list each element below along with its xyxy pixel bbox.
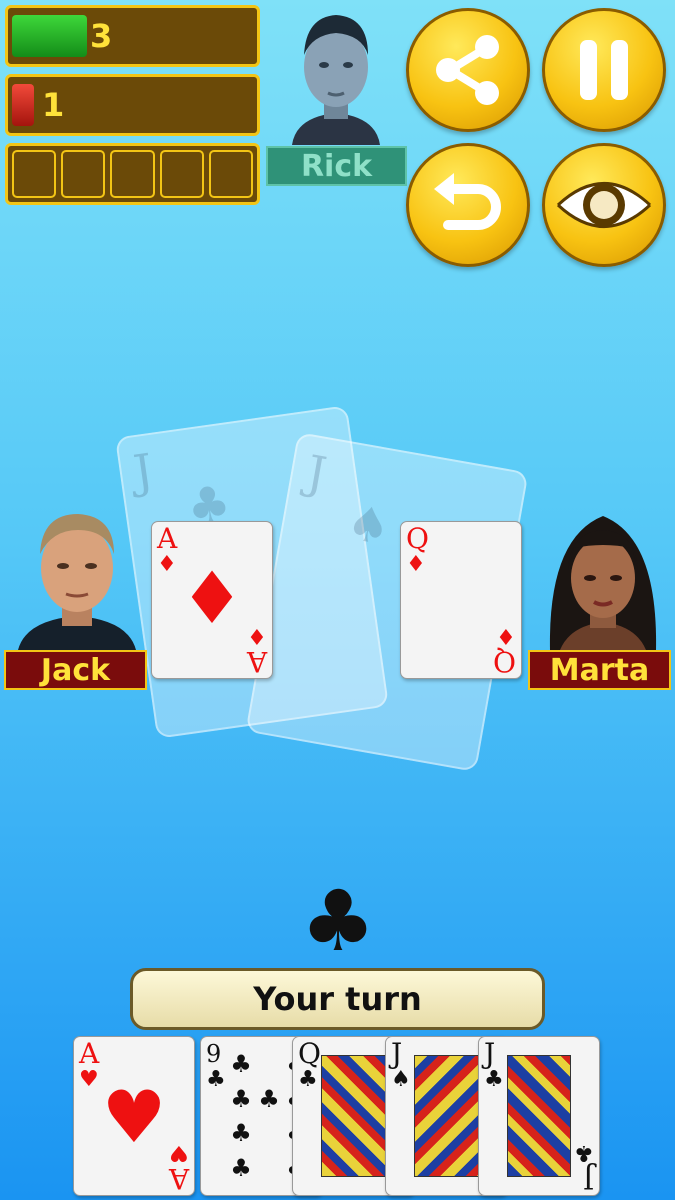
score-value-green: 3: [90, 17, 113, 55]
pause-button[interactable]: [542, 8, 666, 132]
card-suit-small: ♣: [298, 1067, 318, 1092]
card-rank: Q: [406, 522, 429, 555]
score-bar-green: 3: [5, 5, 260, 67]
nameplate-rick: Rick: [266, 146, 407, 186]
turn-status-banner: Your turn: [130, 968, 545, 1030]
turn-status-text: Your turn: [253, 980, 422, 1018]
opponent-name-rick: Rick: [300, 148, 373, 184]
card-rank: 9: [206, 1040, 222, 1068]
trick-slot: [12, 150, 57, 198]
card-rank: Q: [298, 1037, 321, 1070]
card-suit-small: ♣: [484, 1067, 504, 1092]
opponent-name-jack: Jack: [40, 652, 111, 688]
hand-card[interactable]: A ♥ ♥ ♥ A: [73, 1036, 195, 1196]
card-suit-small: ♦: [496, 623, 516, 648]
card-suit-small: ♣: [574, 1140, 594, 1165]
card-suit-small: ♦: [247, 623, 267, 648]
nameplate-marta: Marta: [528, 650, 671, 690]
view-button[interactable]: [542, 143, 666, 267]
trick-slot: [208, 150, 254, 198]
undo-button[interactable]: [406, 143, 530, 267]
trump-suit-icon: ♣: [296, 876, 380, 966]
pause-icon: [580, 40, 628, 100]
card-rank: A: [79, 1037, 100, 1070]
card-suit-small: ♣: [206, 1067, 226, 1092]
score-value-red: 1: [42, 86, 65, 124]
pip: ♣: [230, 1084, 252, 1113]
played-card-marta: Q ♦ ♦ Q: [400, 521, 522, 679]
score-fill-green: [12, 15, 87, 57]
tricks-slots: [5, 143, 260, 205]
ghost-card-rank: J: [302, 444, 331, 502]
pip: ♣: [230, 1153, 252, 1182]
trick-slot: [110, 150, 155, 198]
ghost-card-rank: J: [130, 443, 157, 500]
pip: ♣: [230, 1050, 252, 1078]
card-rank: A: [157, 522, 178, 555]
score-bar-red: 1: [5, 74, 260, 136]
trick-slot: [159, 150, 204, 198]
card-rank: A: [168, 1162, 189, 1195]
card-rank: J: [582, 1162, 594, 1195]
trick-slot: [61, 150, 106, 198]
avatar-jack: [12, 508, 142, 650]
trump-suit: ♣: [300, 872, 376, 970]
card-rank: A: [246, 645, 267, 678]
eye-icon: [556, 182, 652, 228]
card-suit-small: ♦: [406, 552, 426, 577]
card-suit-small: ♠: [391, 1067, 411, 1092]
card-rank: J: [391, 1037, 403, 1070]
share-icon: [436, 35, 499, 105]
jack-face-art: [507, 1055, 571, 1177]
pip: ♣: [258, 1084, 280, 1113]
played-card-jack: A ♦ ♦ ♦ A: [151, 521, 273, 679]
card-rank: J: [484, 1037, 496, 1070]
card-suit-small: ♥: [169, 1140, 189, 1165]
pip: ♣: [230, 1119, 252, 1147]
nameplate-jack: Jack: [4, 650, 147, 690]
share-button[interactable]: [406, 8, 530, 132]
opponent-name-marta: Marta: [549, 652, 650, 688]
ghost-card-suit: ♠: [342, 494, 395, 557]
hand-card[interactable]: J ♣ ♣ J: [478, 1036, 600, 1196]
avatar-marta: [540, 508, 666, 650]
avatar-rick: [282, 5, 390, 145]
score-fill-red: [12, 84, 34, 126]
card-rank: Q: [493, 645, 516, 678]
queen-face-art: [401, 522, 403, 524]
undo-icon: [434, 173, 501, 230]
